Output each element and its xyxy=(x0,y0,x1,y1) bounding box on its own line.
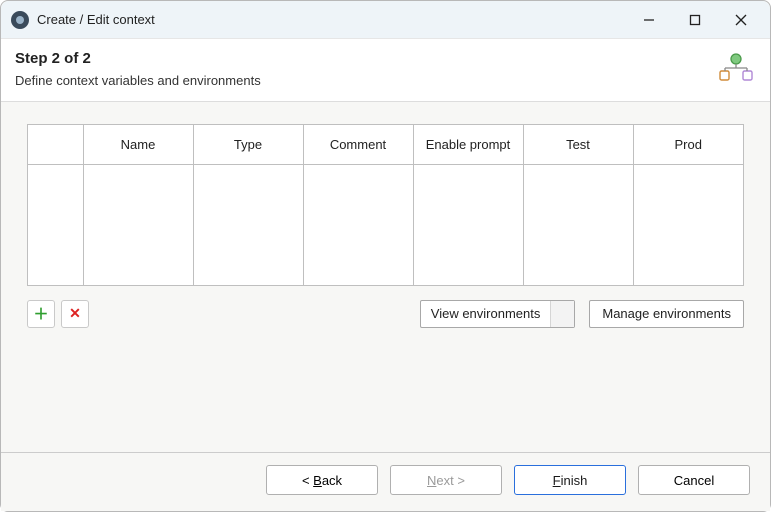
x-icon: ✕ xyxy=(69,305,81,322)
back-button[interactable]: < Back xyxy=(266,465,378,495)
body-area: Name Type Comment Enable prompt Test Pro… xyxy=(1,102,770,452)
column-header-prod[interactable]: Prod xyxy=(633,125,743,165)
context-icon xyxy=(716,49,756,89)
wizard-header: Step 2 of 2 Define context variables and… xyxy=(1,39,770,102)
finish-button[interactable]: Finish xyxy=(514,465,626,495)
minimize-button[interactable] xyxy=(626,4,672,36)
view-environments-label: View environments xyxy=(421,301,551,327)
next-button: Next > xyxy=(390,465,502,495)
dialog-window: Create / Edit context Step 2 of 2 Define… xyxy=(0,0,771,512)
table-empty-row xyxy=(28,165,743,285)
remove-button[interactable]: ✕ xyxy=(61,300,89,328)
column-header-corner xyxy=(28,125,83,165)
manage-environments-label: Manage environments xyxy=(602,306,731,321)
plus-icon: ＋ xyxy=(33,303,48,324)
window-title: Create / Edit context xyxy=(37,12,155,27)
view-environments-dropdown[interactable]: View environments xyxy=(420,300,576,328)
column-header-comment[interactable]: Comment xyxy=(303,125,413,165)
window-controls xyxy=(626,4,764,36)
column-header-enable-prompt[interactable]: Enable prompt xyxy=(413,125,523,165)
app-icon xyxy=(11,11,29,29)
column-header-type[interactable]: Type xyxy=(193,125,303,165)
variables-table: Name Type Comment Enable prompt Test Pro… xyxy=(27,124,744,286)
step-title: Step 2 of 2 xyxy=(15,50,261,67)
column-header-test[interactable]: Test xyxy=(523,125,633,165)
wizard-header-text: Step 2 of 2 Define context variables and… xyxy=(15,50,261,88)
titlebar: Create / Edit context xyxy=(1,1,770,39)
column-header-name[interactable]: Name xyxy=(83,125,193,165)
manage-environments-button[interactable]: Manage environments xyxy=(589,300,744,328)
add-button[interactable]: ＋ xyxy=(27,300,55,328)
wizard-footer: < Back Next > Finish Cancel xyxy=(1,452,770,511)
chevron-down-icon xyxy=(550,301,574,327)
step-subtitle: Define context variables and environment… xyxy=(15,73,261,88)
maximize-button[interactable] xyxy=(672,4,718,36)
cancel-button[interactable]: Cancel xyxy=(638,465,750,495)
close-button[interactable] xyxy=(718,4,764,36)
actions-row: ＋ ✕ View environments Manage environment… xyxy=(27,300,744,328)
